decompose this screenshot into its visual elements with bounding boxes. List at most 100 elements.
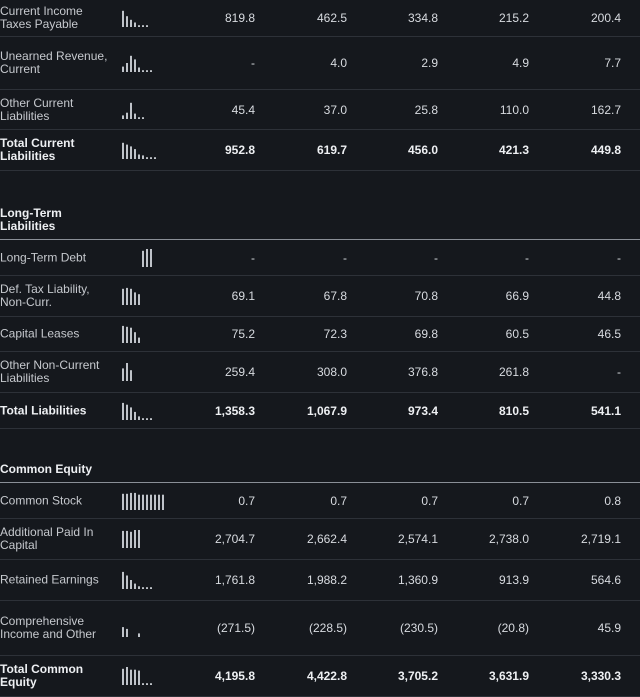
value-cell: 913.9: [498, 573, 529, 587]
value-cell: 2,704.7: [214, 532, 255, 546]
value-cell: 67.8: [323, 289, 347, 303]
sparkline[interactable]: [122, 666, 166, 686]
sparkline-bar: [150, 70, 152, 72]
table-row-total-liabilities[interactable]: Total Liabilities 1,358.3 1,067.9 973.4 810.…: [0, 393, 640, 429]
value-cell: (230.5): [399, 621, 438, 635]
value-cell: -: [251, 250, 255, 265]
sparkline-bar: [162, 494, 164, 510]
table-row-total-current-liabilities[interactable]: Total Current Liabilities 952.8 619.7 456.0…: [0, 130, 640, 171]
sparkline-bar: [130, 669, 132, 685]
sparkline-bar: [146, 494, 148, 510]
sparkline[interactable]: [122, 100, 166, 120]
value-cell: -: [434, 250, 438, 265]
value-cell: 44.8: [597, 289, 621, 303]
sparkline-chart: [122, 627, 140, 637]
sparkline-bar: [122, 10, 124, 28]
sparkline-bar: [126, 493, 128, 510]
sparkline-bar: [134, 113, 136, 119]
row-label: Total Common Equity: [0, 662, 84, 689]
sparkline-bar: [134, 332, 136, 343]
value-cell: 308.0: [316, 365, 347, 379]
table-row-common-stock[interactable]: Common Stock 0.7 0.7 0.7 0.7 0.8: [0, 483, 640, 519]
value-cell: 1,358.3: [214, 403, 255, 418]
section-header-long-term-liabilities: Long-Term Liabilities: [0, 171, 640, 240]
sparkline[interactable]: [122, 401, 166, 421]
sparkline-bar: [150, 248, 152, 267]
sparkline-bar: [146, 248, 148, 267]
table-row-total-common-equity[interactable]: Total Common Equity 4,195.8 4,422.8 3,705.2…: [0, 656, 640, 697]
sparkline[interactable]: [122, 248, 166, 268]
row-label: Additional Paid In Capital: [0, 525, 94, 552]
sparkline[interactable]: [122, 362, 166, 382]
sparkline-bar: [146, 417, 148, 420]
value-cell: -: [343, 250, 347, 265]
value-cell: (228.5): [308, 621, 347, 635]
sparkline-bar: [146, 683, 148, 685]
sparkline[interactable]: [122, 53, 166, 73]
sparkline-bar: [122, 66, 124, 72]
sparkline-bar: [138, 586, 140, 589]
table-row-def-tax-liability-non-curr[interactable]: Def. Tax Liability, Non-Curr. 69.1 67.8 70.…: [0, 276, 640, 317]
sparkline-bar: [134, 583, 136, 589]
sparkline-bar: [126, 63, 128, 72]
table-row-other-non-current-liabilities[interactable]: Other Non-Current Liabilities 259.4 308.0 3…: [0, 352, 640, 393]
value-cell: 215.2: [498, 11, 529, 25]
sparkline-bar: [138, 25, 140, 27]
value-cell: 46.5: [597, 327, 621, 341]
value-cell: 4,195.8: [214, 669, 255, 683]
table-row-current-income-taxes-payable[interactable]: Current Income Taxes Payable 819.8 462.5 33…: [0, 0, 640, 37]
value-cell: 1,988.2: [306, 573, 347, 587]
sparkline-bar: [130, 102, 132, 119]
sparkline-chart: [122, 402, 152, 420]
sparkline-bar: [138, 154, 140, 159]
value-cell: 2,719.1: [580, 532, 621, 546]
sparkline-bar: [138, 294, 140, 305]
sparkline[interactable]: [122, 529, 166, 549]
sparkline-bar: [150, 417, 152, 420]
table-row-comprehensive-income-and-other[interactable]: Comprehensive Income and Other (271.5) (22…: [0, 601, 640, 656]
value-cell: 70.8: [414, 289, 438, 303]
sparkline[interactable]: [122, 286, 166, 306]
sparkline-bar: [126, 326, 128, 343]
row-label: Retained Earnings: [0, 572, 99, 587]
value-cell: 0.7: [238, 493, 255, 508]
sparkline[interactable]: [122, 324, 166, 344]
value-cell: 810.5: [498, 403, 529, 418]
value-cell: 462.5: [316, 11, 347, 25]
sparkline-bar: [130, 370, 132, 381]
value-cell: 3,705.2: [397, 669, 438, 683]
value-cell: -: [617, 250, 621, 265]
value-cell: 66.9: [505, 289, 529, 303]
sparkline-bar: [146, 157, 148, 159]
sparkline[interactable]: [122, 140, 166, 160]
value-cell: 421.3: [498, 143, 529, 157]
row-label: Unearned Revenue, Current: [0, 49, 108, 76]
row-label: Other Current Liabilities: [0, 95, 74, 123]
table-row-unearned-revenue-current[interactable]: Unearned Revenue, Current - 4.0 2.9 4.9 7.7: [0, 37, 640, 90]
table-row-additional-paid-in-capital[interactable]: Additional Paid In Capital 2,704.7 2,662.4…: [0, 519, 640, 560]
sparkline-bar: [154, 157, 156, 159]
sparkline-chart: [122, 55, 152, 72]
row-label: Other Non-Current Liabilities: [0, 358, 100, 385]
sparkline-bar: [142, 155, 144, 159]
table-row-retained-earnings[interactable]: Retained Earnings 1,761.8 1,988.2 1,360.9 91…: [0, 560, 640, 601]
table-row-other-current-liabilities[interactable]: Other Current Liabilities 45.4 37.0 25.8 110…: [0, 90, 640, 130]
sparkline-bar: [126, 530, 128, 548]
value-cell: 3,330.3: [580, 669, 621, 683]
sparkline-bar: [122, 571, 124, 589]
value-cell: -: [525, 250, 529, 265]
value-cell: 261.8: [498, 365, 529, 379]
table-row-long-term-debt[interactable]: Long-Term Debt - - - - -: [0, 240, 640, 276]
value-cell: 1,067.9: [306, 403, 347, 418]
table-row-capital-leases[interactable]: Capital Leases 75.2 72.3 69.8 60.5 46.5: [0, 317, 640, 352]
sparkline[interactable]: [122, 570, 166, 590]
sparkline[interactable]: [122, 8, 166, 28]
section-header-common-equity: Common Equity: [0, 429, 640, 483]
sparkline-chart: [122, 102, 144, 119]
sparkline-bar: [150, 683, 152, 685]
value-cell: 2.9: [421, 56, 438, 70]
sparkline[interactable]: [122, 618, 166, 638]
sparkline-bar: [142, 70, 144, 72]
sparkline[interactable]: [122, 491, 166, 511]
sparkline-bar: [142, 25, 144, 27]
